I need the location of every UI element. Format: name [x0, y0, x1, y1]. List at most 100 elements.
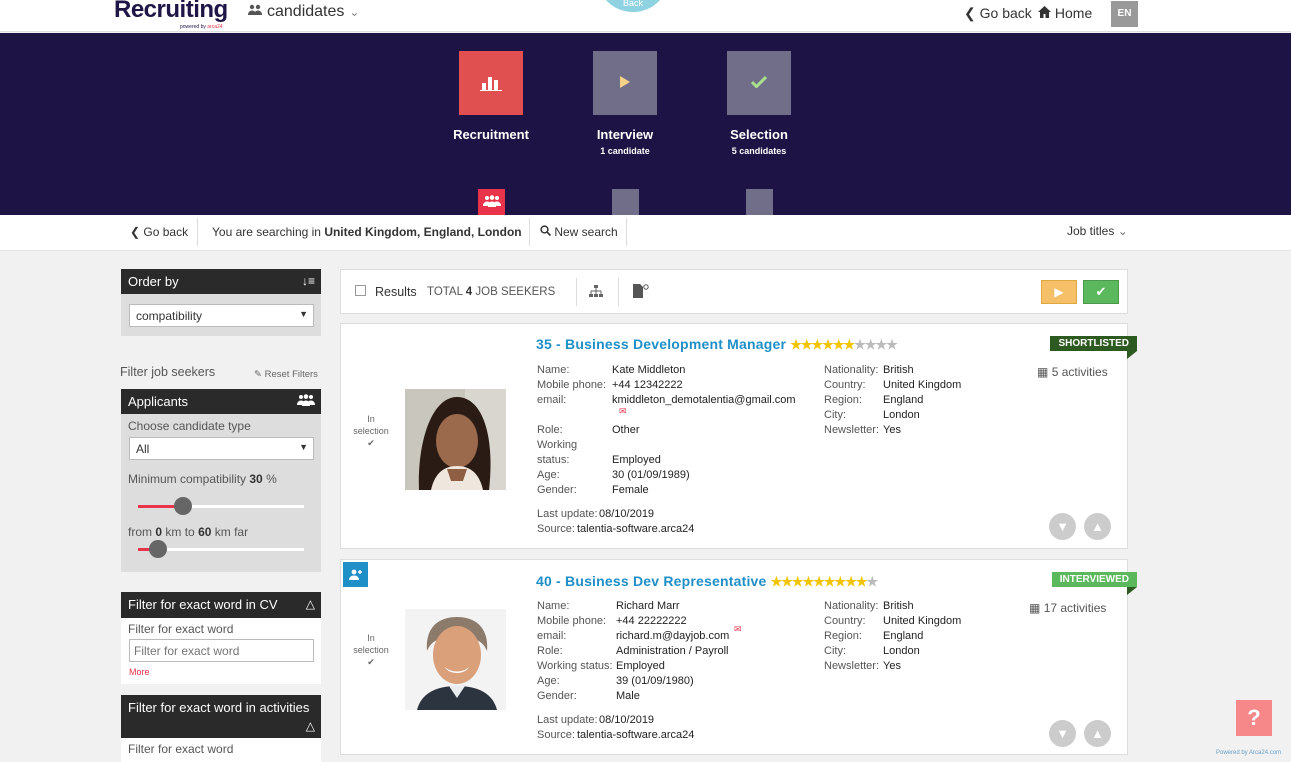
stage-title: Interview [596, 127, 654, 142]
field-label: Last update: [537, 508, 598, 520]
applicants-header: Applicants [121, 389, 321, 414]
stage-recruitment-mini[interactable] [478, 189, 505, 216]
field-label: Role: [537, 645, 563, 657]
candidate-email[interactable]: richard.m@dayjob.com [616, 630, 729, 642]
language-button[interactable]: EN [1111, 1, 1138, 27]
stage-selection[interactable]: Selection 5 candidates [699, 51, 819, 216]
candidate-age: 39 (01/09/1980) [616, 675, 694, 687]
mail-icon[interactable]: ✉ [619, 406, 627, 417]
field-label: City: [824, 645, 846, 657]
field-label: Mobile phone: [537, 615, 607, 627]
distance-slider-handle[interactable] [149, 540, 167, 558]
candidate-name: Kate Middleton [612, 364, 686, 376]
order-by-select[interactable]: compatibility ▼ [129, 304, 314, 327]
stage-recruitment[interactable]: Recruitment [431, 51, 551, 216]
job-titles-dropdown[interactable]: Job titles ⌄ [1067, 224, 1128, 238]
thumbs-up-icon: ▲ [1091, 519, 1104, 534]
stage-selection-mini[interactable] [746, 189, 773, 216]
activities-link[interactable]: ▦ 17 activities [1029, 601, 1106, 615]
org-chart-icon[interactable] [589, 285, 603, 301]
field-label: City: [824, 409, 846, 421]
field-label: email: [537, 394, 567, 406]
candidate-gender: Male [616, 690, 640, 702]
field-label: Country: [824, 615, 866, 627]
thumbs-down-button[interactable]: ▼ [1049, 720, 1076, 747]
activities-link[interactable]: ▦ 5 activities [1037, 365, 1108, 379]
stage-interview-mini[interactable] [612, 189, 639, 216]
stage-subtitle: 1 candidate [600, 146, 650, 156]
dropdown-arrow-icon: ▼ [299, 442, 308, 452]
stage-title: Recruitment [453, 127, 529, 142]
back-circle-button[interactable]: Back [596, 0, 670, 14]
stage-selection-box[interactable] [727, 51, 791, 115]
stage-interview[interactable]: Interview 1 candidate [565, 51, 685, 216]
compatibility-stars: ★★★★★★★★★★ [770, 574, 879, 589]
header-home-link[interactable]: Home [1038, 5, 1092, 21]
dropdown-arrow-icon: ▼ [299, 309, 308, 319]
module-selector[interactable]: candidates ⌄ [248, 3, 359, 21]
search-location: United Kingdom, England, London [324, 225, 522, 239]
job-title-link[interactable]: 40 - Business Dev Representative ★★★★★★★… [536, 573, 879, 590]
calendar-icon: ▦ [1029, 601, 1041, 615]
divider [576, 278, 577, 306]
filter-job-seekers-title: Filter job seekers [120, 365, 216, 379]
move-to-interview-button[interactable]: ▶ [1041, 280, 1077, 304]
help-button[interactable]: ? [1236, 700, 1272, 736]
flask-icon: △ [305, 719, 315, 733]
candidate-card[interactable]: In selection ✔ 35 - Business Development … [340, 323, 1137, 549]
distance-label: from 0 km to 60 km far [128, 525, 249, 539]
candidate-card[interactable]: In selection ✔ 40 - Business Dev Represen… [340, 559, 1138, 755]
divider [618, 278, 619, 306]
reset-filters-link[interactable]: ✎ Reset Filters [254, 369, 318, 380]
candidate-nationality: British [883, 364, 914, 376]
stage-interview-box[interactable] [593, 51, 657, 115]
check-icon: ✔ [1095, 284, 1107, 299]
candidate-city: London [883, 409, 920, 421]
candidate-photo[interactable] [405, 609, 506, 710]
field-label: Nationality: [824, 600, 879, 612]
min-compat-label: Minimum compatibility 30 % [128, 472, 277, 486]
bar-chart-icon [480, 73, 502, 94]
results-total: TOTAL 4 JOB SEEKERS [427, 286, 556, 298]
thumbs-down-button[interactable]: ▼ [1049, 513, 1076, 540]
candidate-type-select[interactable]: All ▼ [129, 437, 314, 460]
search-context-bar: ❮ Go back You are searching in United Ki… [0, 215, 1291, 251]
min-compat-slider-handle[interactable] [174, 497, 192, 515]
field-label: status: [537, 454, 570, 466]
field-label: Country: [824, 379, 866, 391]
field-label: Mobile phone: [537, 379, 607, 391]
sort-icon[interactable]: ↓≡ [302, 274, 315, 288]
new-search-button[interactable]: New search [540, 225, 618, 239]
field-label: Gender: [537, 690, 577, 702]
field-label: Nationality: [824, 364, 879, 376]
mail-icon[interactable]: ✉ [734, 624, 742, 635]
header-go-back-link[interactable]: ❮ Go back [964, 5, 1032, 22]
eraser-icon: ✎ [254, 369, 262, 380]
exact-cv-panel: Filter for exact word More [121, 618, 321, 684]
candidate-source: talentia-software.arca24 [577, 729, 695, 741]
candidate-email[interactable]: kmiddleton_demotalentia@gmail.com [612, 394, 796, 406]
users-icon [248, 3, 262, 21]
exact-cv-input[interactable] [129, 639, 314, 662]
stage-recruitment-box[interactable] [459, 51, 523, 115]
candidate-photo[interactable] [405, 389, 506, 490]
job-title-link[interactable]: 35 - Business Development Manager ★★★★★★… [536, 336, 898, 353]
select-all-checkbox[interactable] [355, 285, 366, 296]
stage-subtitle: 5 candidates [731, 146, 787, 156]
flask-icon: △ [305, 597, 315, 611]
add-user-icon[interactable] [343, 562, 368, 587]
app-logo[interactable]: Recruiting [114, 0, 228, 24]
applicants-panel: Choose candidate type All ▼ Minimum compa… [121, 414, 321, 572]
field-label: Region: [824, 630, 862, 642]
more-link[interactable]: More [129, 667, 150, 677]
stage-title: Selection [730, 127, 788, 142]
status-badge: INTERVIEWED [1051, 572, 1138, 595]
export-document-icon[interactable] [633, 284, 649, 301]
candidate-role: Administration / Payroll [616, 645, 729, 657]
candidate-newsletter: Yes [883, 424, 901, 436]
go-back-button[interactable]: ❮ Go back [130, 225, 188, 239]
thumbs-up-button[interactable]: ▲ [1084, 513, 1111, 540]
thumbs-up-button[interactable]: ▲ [1084, 720, 1111, 747]
powered-by-text: Powered by Arca24.com [1216, 750, 1282, 756]
move-to-selection-button[interactable]: ✔ [1083, 280, 1119, 304]
